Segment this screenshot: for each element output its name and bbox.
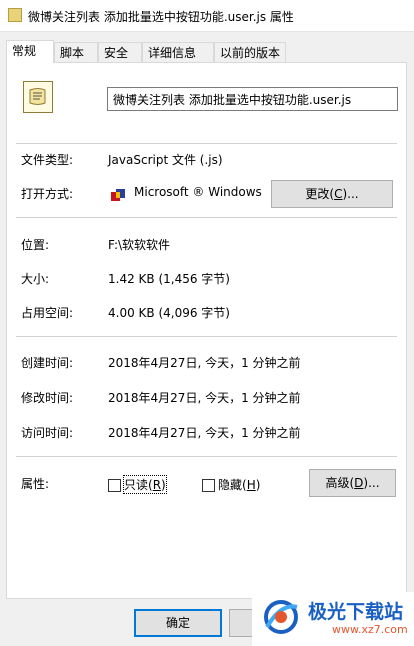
tab-script[interactable]: 脚本 — [54, 42, 98, 62]
watermark-title: 极光下载站 — [308, 601, 404, 623]
attributes-label: 属性: — [21, 477, 50, 491]
tab-previous-versions[interactable]: 以前的版本 — [214, 42, 286, 62]
aurora-logo-icon — [264, 600, 298, 634]
tab-details[interactable]: 详细信息 — [142, 42, 214, 62]
divider — [16, 143, 397, 144]
script-file-icon — [23, 81, 53, 113]
windows-script-host-icon — [111, 189, 125, 201]
hidden-checkbox-label[interactable]: 隐藏(H) — [218, 476, 260, 493]
hidden-label-key: H — [246, 478, 256, 492]
hidden-label-text: 隐藏( — [218, 478, 247, 492]
size-value: 1.42 KB (1,456 字节) — [108, 272, 230, 286]
readonly-checkbox[interactable] — [108, 479, 121, 492]
open-with-value: Microsoft ® Windows — [134, 185, 262, 199]
accessed-label: 访问时间: — [21, 426, 74, 440]
file-type-label: 文件类型: — [21, 153, 74, 167]
divider — [16, 456, 397, 457]
title-bar: 微博关注列表 添加批量选中按钮功能.user.js 属性 — [0, 0, 414, 32]
modified-label: 修改时间: — [21, 391, 74, 405]
change-button[interactable]: 更改(C)... — [271, 180, 393, 208]
size-label: 大小: — [21, 272, 50, 286]
divider — [16, 217, 397, 218]
file-type-value: JavaScript 文件 (.js) — [108, 153, 223, 167]
tab-security[interactable]: 安全 — [98, 42, 142, 62]
general-panel: 微博关注列表 添加批量选中按钮功能.user.js 文件类型: JavaScri… — [6, 62, 407, 599]
advanced-button[interactable]: 高级(D)... — [309, 469, 396, 497]
advanced-button-suffix: )... — [363, 476, 380, 490]
watermark-url: www.xz7.com — [332, 623, 408, 636]
readonly-checkbox-label[interactable]: 只读(R) — [123, 475, 167, 494]
window-title: 微博关注列表 添加批量选中按钮功能.user.js 属性 — [28, 10, 294, 24]
advanced-button-label: 高级( — [325, 476, 355, 490]
open-with-label: 打开方式: — [21, 187, 74, 201]
readonly-label-suffix: ) — [161, 478, 166, 492]
change-button-suffix: )... — [342, 187, 359, 201]
location-value: F:\软软软件 — [108, 238, 171, 252]
size-on-disk-label: 占用空间: — [21, 306, 74, 320]
created-label: 创建时间: — [21, 356, 74, 370]
divider — [16, 336, 397, 337]
script-file-icon — [8, 8, 22, 22]
hidden-checkbox[interactable] — [202, 479, 215, 492]
readonly-label-text: 只读( — [124, 478, 153, 492]
hidden-label-suffix: ) — [255, 478, 261, 492]
file-name-input[interactable]: 微博关注列表 添加批量选中按钮功能.user.js — [107, 87, 398, 111]
location-label: 位置: — [21, 238, 50, 252]
readonly-label-key: R — [152, 478, 162, 492]
ok-button[interactable]: 确定 — [134, 609, 222, 637]
change-button-label: 更改( — [305, 187, 335, 201]
size-on-disk-value: 4.00 KB (4,096 字节) — [108, 306, 230, 320]
watermark: 极光下载站 www.xz7.com — [252, 592, 414, 646]
tab-general[interactable]: 常规 — [6, 40, 54, 63]
modified-value: 2018年4月27日, 今天，1 分钟之前 — [108, 391, 301, 405]
accessed-value: 2018年4月27日, 今天，1 分钟之前 — [108, 426, 301, 440]
created-value: 2018年4月27日, 今天，1 分钟之前 — [108, 356, 301, 370]
